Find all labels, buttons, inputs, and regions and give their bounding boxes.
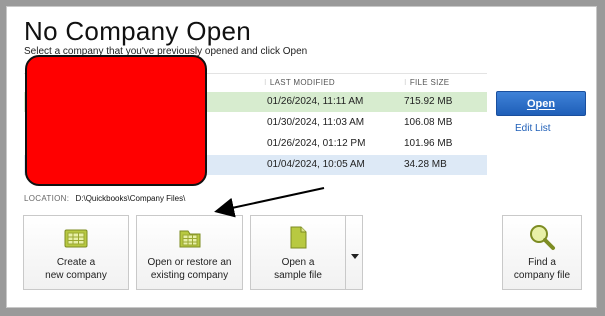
annotation-arrow [214,187,325,218]
